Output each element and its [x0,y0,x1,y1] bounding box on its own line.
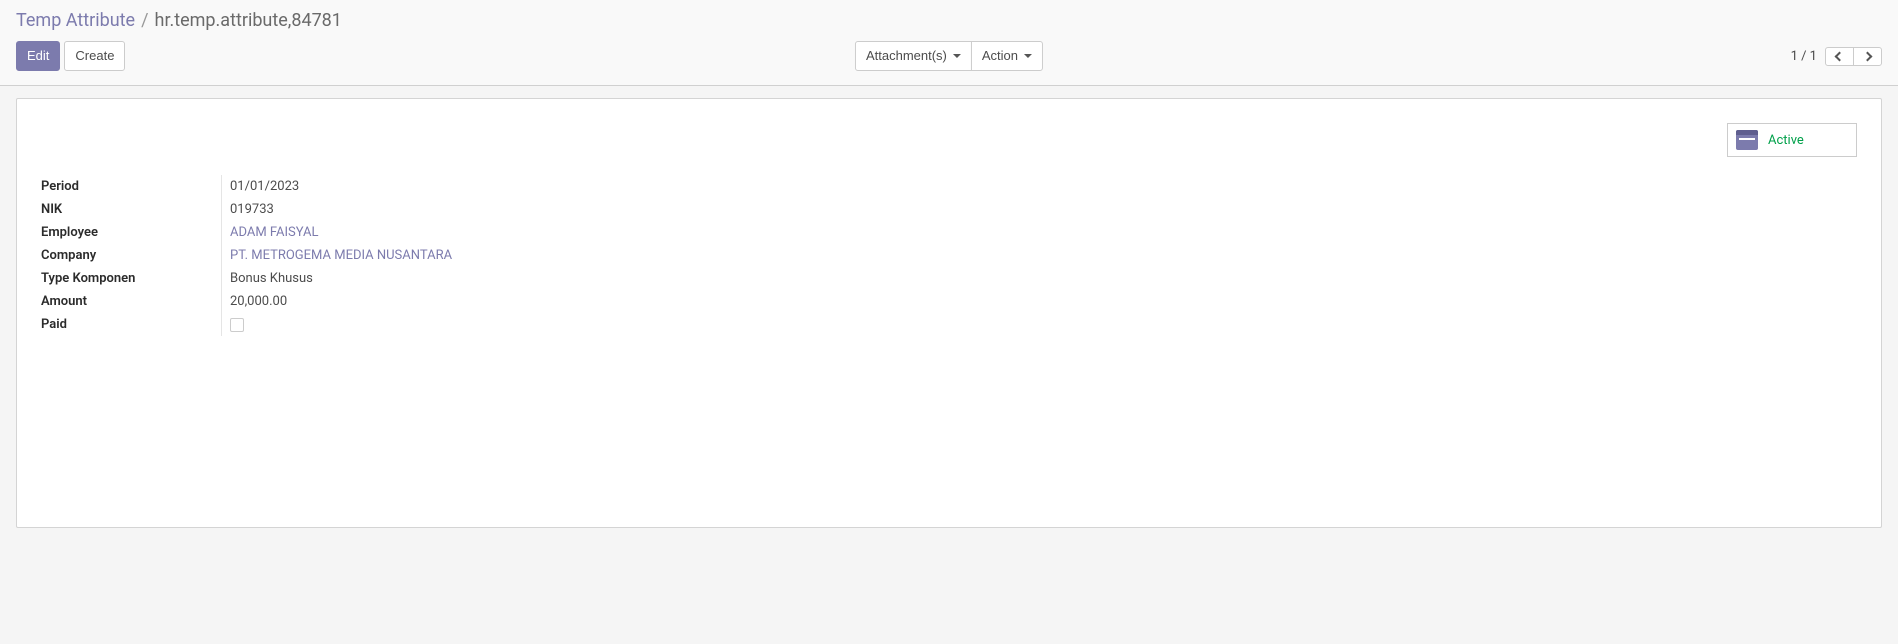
pager-counter[interactable]: 1 / 1 [1791,49,1817,64]
caret-down-icon [1024,54,1032,58]
active-toggle-button[interactable]: Active [1727,123,1857,157]
field-value-employee: ADAM FAISYAL [221,221,949,244]
field-row-amount: Amount 20,000.00 [41,290,949,313]
breadcrumb: Temp Attribute / hr.temp.attribute,84781 [16,10,1882,31]
field-row-period: Period 01/01/2023 [41,175,949,198]
form-sheet: Active Period 01/01/2023 NIK 019733 Empl… [16,98,1882,528]
field-value-period: 01/01/2023 [221,175,949,198]
form-view: Active Period 01/01/2023 NIK 019733 Empl… [0,86,1898,540]
field-value-amount: 20,000.00 [221,290,949,313]
pager-next-button[interactable] [1853,47,1882,66]
field-row-paid: Paid [41,313,949,336]
action-dropdown[interactable]: Action [971,41,1043,71]
active-status-label: Active [1768,133,1804,148]
field-label-employee: Employee [41,221,221,244]
breadcrumb-separator: / [141,10,148,31]
field-value-paid [221,313,949,336]
control-panel-row: Edit Create Attachment(s) Action 1 / 1 [16,41,1882,71]
paid-checkbox [230,318,244,332]
employee-link[interactable]: ADAM FAISYAL [230,225,318,240]
field-label-amount: Amount [41,290,221,313]
control-panel: Temp Attribute / hr.temp.attribute,84781… [0,0,1898,86]
caret-down-icon [953,54,961,58]
field-label-paid: Paid [41,313,221,336]
field-row-nik: NIK 019733 [41,198,949,221]
action-label: Action [982,47,1018,65]
edit-button[interactable]: Edit [16,41,60,71]
sidebar-button-group: Attachment(s) Action [855,41,1043,71]
control-panel-left: Edit Create [16,41,125,71]
button-box: Active [41,123,1857,157]
field-value-nik: 019733 [221,198,949,221]
pager-prev-button[interactable] [1825,47,1854,66]
field-row-company: Company PT. METROGEMA MEDIA NUSANTARA [41,244,949,267]
field-group: Period 01/01/2023 NIK 019733 Employee AD… [41,175,949,336]
field-label-nik: NIK [41,198,221,221]
field-label-period: Period [41,175,221,198]
control-panel-center: Attachment(s) Action [855,41,1043,71]
create-button[interactable]: Create [64,41,125,71]
attachments-label: Attachment(s) [866,47,947,65]
field-value-type-komponen: Bonus Khusus [221,267,949,290]
chevron-right-icon [1863,51,1873,61]
company-link[interactable]: PT. METROGEMA MEDIA NUSANTARA [230,248,452,263]
chevron-left-icon [1835,51,1845,61]
breadcrumb-current: hr.temp.attribute,84781 [155,10,342,31]
pager-buttons [1825,47,1882,66]
archive-icon [1736,130,1758,150]
field-row-type-komponen: Type Komponen Bonus Khusus [41,267,949,290]
control-panel-right: 1 / 1 [1791,47,1882,66]
field-label-company: Company [41,244,221,267]
field-value-company: PT. METROGEMA MEDIA NUSANTARA [221,244,949,267]
field-row-employee: Employee ADAM FAISYAL [41,221,949,244]
attachments-dropdown[interactable]: Attachment(s) [855,41,972,71]
field-label-type-komponen: Type Komponen [41,267,221,290]
breadcrumb-parent-link[interactable]: Temp Attribute [16,10,135,31]
